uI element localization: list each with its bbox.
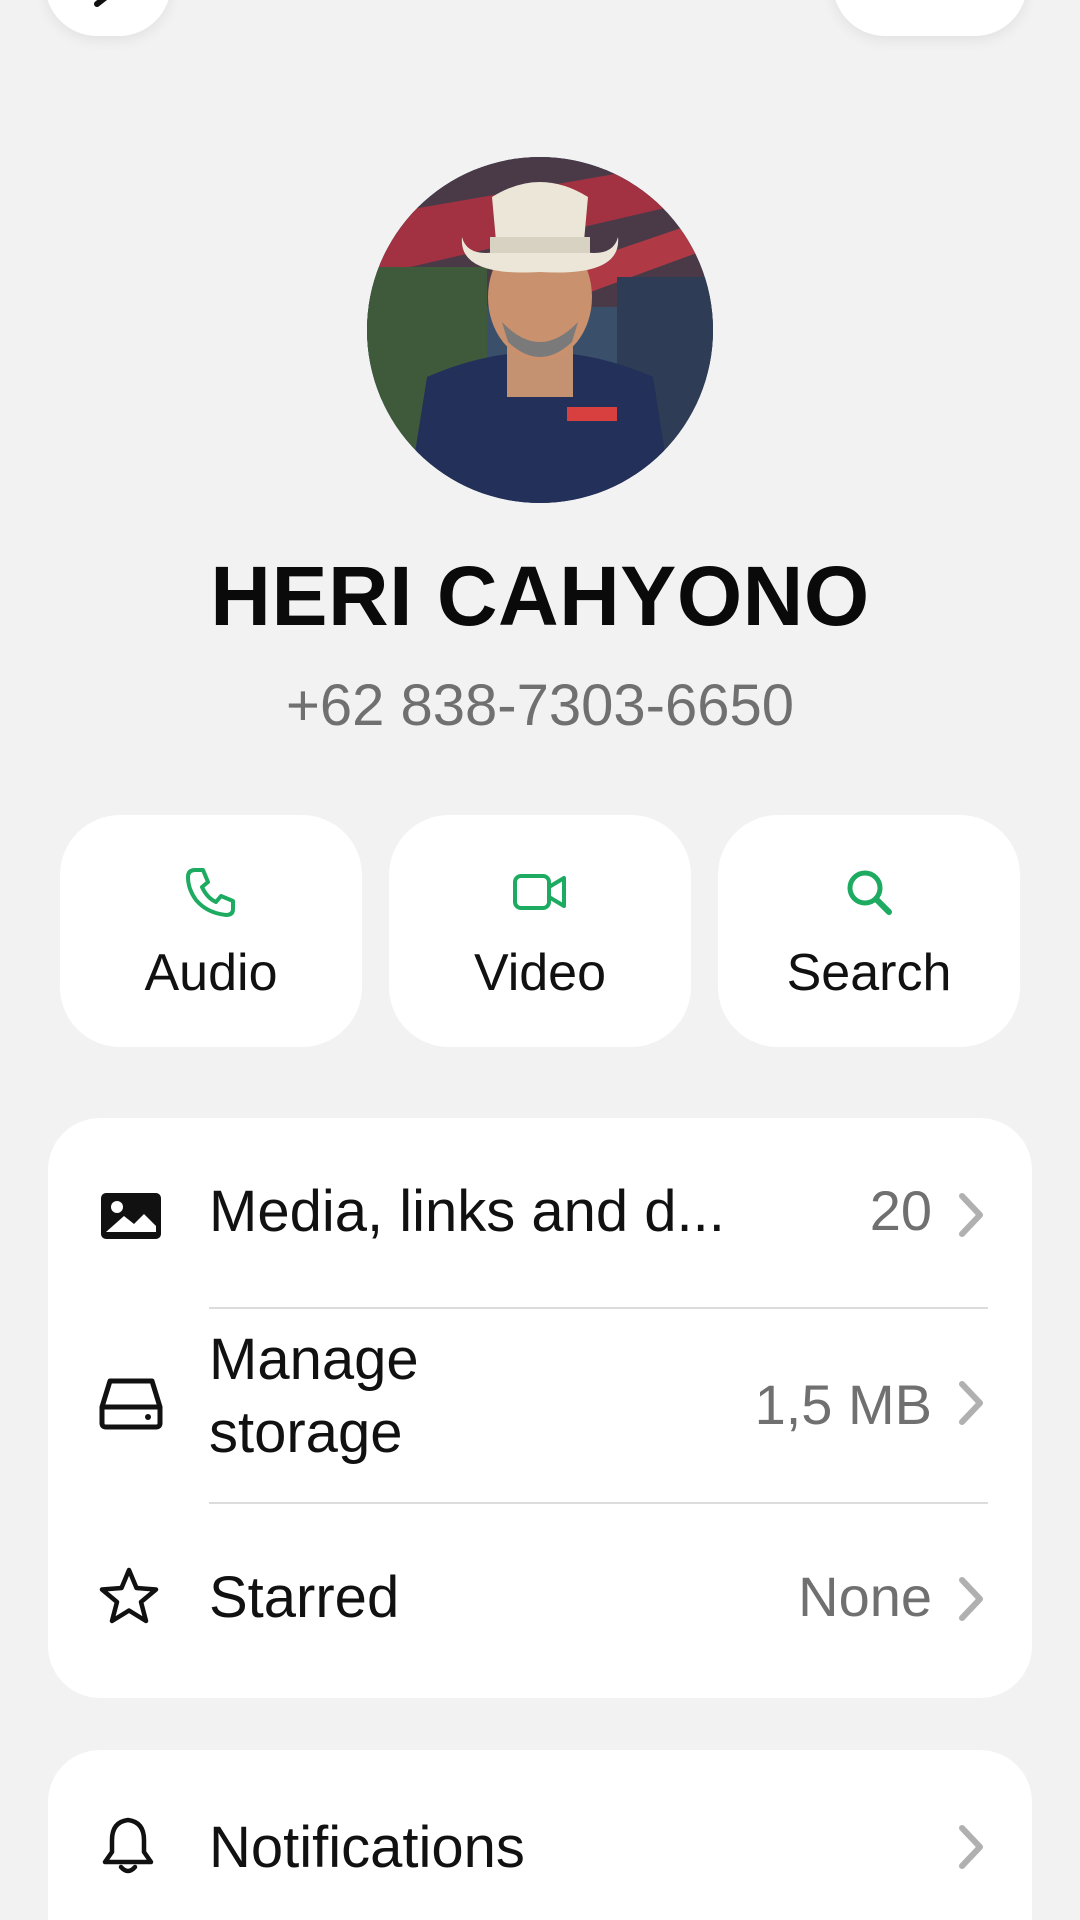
back-button[interactable] — [45, 0, 171, 36]
quick-actions: Audio Video Search — [60, 815, 1022, 1047]
chevron-right-icon — [959, 1577, 983, 1621]
video-call-button[interactable]: Video — [389, 815, 691, 1047]
media-links-docs-label: Media, links and d... — [209, 1179, 725, 1244]
chat-info-card: Media, links and d... 20 Manage storage … — [48, 1118, 1032, 1698]
contact-info-screen: HERI CAHYONO +62 838-7303-6650 Audio Vid… — [0, 0, 1080, 1920]
media-count: 20 — [869, 1179, 932, 1242]
video-label: Video — [473, 944, 607, 1002]
starred-value: None — [798, 1565, 932, 1628]
chevron-right-icon — [959, 1193, 983, 1237]
video-camera-icon — [513, 874, 566, 910]
edit-button[interactable] — [833, 0, 1027, 36]
search-button[interactable]: Search — [718, 815, 1020, 1047]
notifications-label: Notifications — [209, 1815, 525, 1880]
profile-photo — [367, 157, 713, 503]
starred-label: Starred — [209, 1565, 400, 1630]
bell-icon — [102, 1817, 154, 1874]
settings-card: Notifications — [48, 1750, 1032, 1920]
search-label: Search — [786, 944, 952, 1002]
search-icon — [847, 870, 892, 915]
image-icon — [101, 1193, 161, 1239]
starred-row[interactable]: Starred None — [48, 1504, 1032, 1698]
contact-phone: +62 838-7303-6650 — [286, 673, 794, 738]
media-links-docs-row[interactable]: Media, links and d... 20 — [48, 1118, 1032, 1310]
star-icon — [99, 1567, 159, 1624]
storage-drive-icon — [99, 1378, 163, 1430]
contact-name: HERI CAHYONO — [210, 549, 870, 643]
phone-icon — [186, 868, 235, 917]
notifications-row[interactable]: Notifications — [48, 1750, 1032, 1920]
avatar[interactable] — [367, 157, 713, 503]
storage-size: 1,5 MB — [754, 1373, 932, 1436]
audio-call-button[interactable]: Audio — [60, 815, 362, 1047]
chevron-right-icon — [959, 1825, 983, 1869]
chevron-right-icon — [959, 1381, 983, 1425]
divider — [209, 1307, 988, 1309]
back-arrow-icon — [94, 0, 108, 7]
audio-label: Audio — [144, 944, 278, 1002]
manage-storage-row[interactable]: Manage storage 1,5 MB — [48, 1310, 1032, 1502]
manage-storage-label: Manage storage — [209, 1327, 419, 1465]
